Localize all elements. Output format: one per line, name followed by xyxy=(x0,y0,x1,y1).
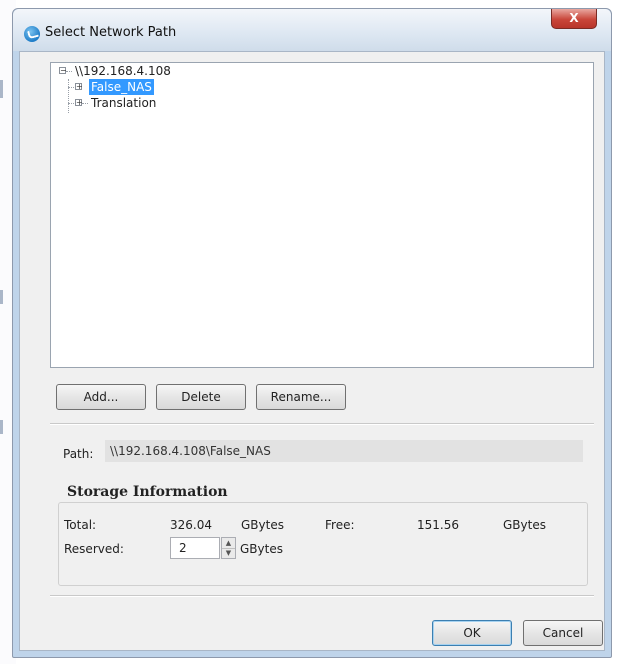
collapse-icon[interactable]: − xyxy=(59,67,67,75)
reserved-unit: GBytes xyxy=(240,542,283,556)
tree-node-label: False_NAS xyxy=(89,79,154,95)
divider xyxy=(50,423,594,425)
rename-button[interactable]: Rename... xyxy=(256,384,346,410)
delete-button[interactable]: Delete xyxy=(156,384,246,410)
app-icon xyxy=(24,26,40,42)
total-label: Total: xyxy=(64,518,97,532)
tree-node-label: Translation xyxy=(91,96,157,110)
background-mark xyxy=(0,420,3,434)
ok-button[interactable]: OK xyxy=(432,620,512,646)
storage-info-group xyxy=(58,502,588,586)
tree-connector xyxy=(82,103,88,104)
free-unit: GBytes xyxy=(503,518,546,532)
total-value: 326.04 xyxy=(170,518,212,532)
tree-node-translation[interactable]: + Translation xyxy=(51,95,351,111)
free-label: Free: xyxy=(325,518,355,532)
reserved-spinner: ▲ ▼ xyxy=(221,537,236,559)
path-value: \\192.168.4.108\False_NAS xyxy=(105,440,583,462)
tree-node-false-nas[interactable]: + False_NAS xyxy=(51,79,351,95)
background-mark xyxy=(0,80,3,98)
window-title: Select Network Path xyxy=(45,25,177,40)
reserved-label: Reserved: xyxy=(64,542,124,556)
background-mark xyxy=(0,290,3,304)
expand-icon[interactable]: + xyxy=(75,99,83,107)
divider xyxy=(50,595,594,597)
network-path-tree[interactable]: − \\192.168.4.108 + False_NAS + Translat… xyxy=(50,62,594,368)
tree-connector xyxy=(66,71,72,72)
free-value: 151.56 xyxy=(417,518,459,532)
tree-node-label: \\192.168.4.108 xyxy=(75,64,171,78)
title-bar[interactable]: Select Network Path X xyxy=(13,9,611,51)
total-unit: GBytes xyxy=(241,518,284,532)
tree-node-root[interactable]: − \\192.168.4.108 xyxy=(51,63,351,79)
cancel-button[interactable]: Cancel xyxy=(523,620,603,646)
dialog-window: Select Network Path X − \\192.168.4.108 … xyxy=(12,8,612,658)
storage-info-title: Storage Information xyxy=(61,484,234,500)
add-button[interactable]: Add... xyxy=(56,384,146,410)
close-button[interactable]: X xyxy=(551,9,597,29)
spin-down-icon[interactable]: ▼ xyxy=(222,548,235,558)
dialog-body: − \\192.168.4.108 + False_NAS + Translat… xyxy=(19,51,605,651)
reserved-input[interactable]: 2 xyxy=(170,537,220,559)
path-label: Path: xyxy=(63,447,94,461)
expand-icon[interactable]: + xyxy=(75,83,83,91)
